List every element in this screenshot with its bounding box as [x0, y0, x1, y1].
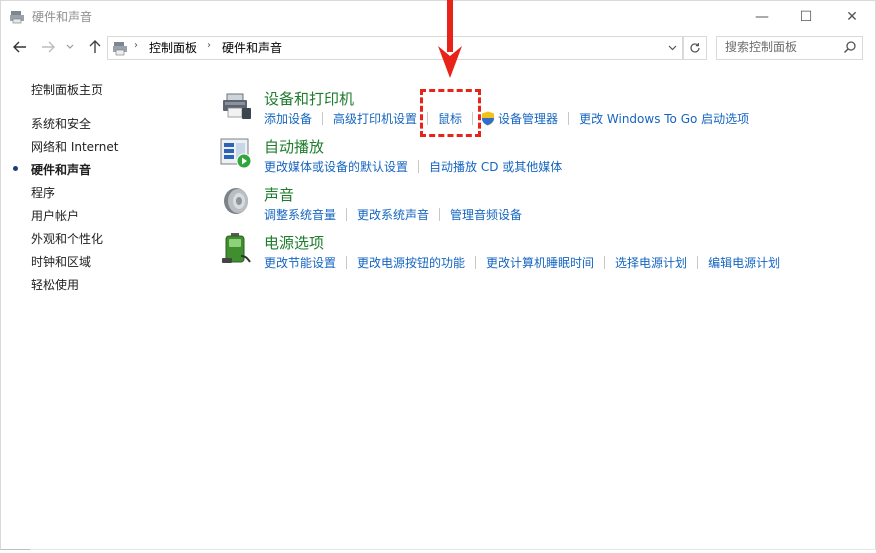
- close-button[interactable]: ✕: [829, 1, 875, 32]
- link-edit-power-plan[interactable]: 编辑电源计划: [708, 254, 780, 271]
- link-windows-to-go[interactable]: 更改 Windows To Go 启动选项: [579, 110, 749, 127]
- chevron-down-icon: [66, 44, 74, 49]
- control-panel-icon: [113, 42, 127, 56]
- annotation-highlight-box: [420, 89, 481, 137]
- link-change-system-sounds[interactable]: 更改系统声音: [357, 206, 429, 223]
- link-separator: [439, 208, 441, 221]
- category-links-autoplay: 更改媒体或设备的默认设置 自动播放 CD 或其他媒体: [264, 158, 562, 175]
- link-separator: [568, 112, 570, 125]
- link-separator: [322, 112, 324, 125]
- refresh-icon: [690, 43, 700, 53]
- search-icon[interactable]: [843, 40, 857, 54]
- link-separator: [604, 256, 606, 269]
- link-change-power-saving[interactable]: 更改节能设置: [264, 254, 336, 271]
- link-change-media-defaults[interactable]: 更改媒体或设备的默认设置: [264, 158, 408, 175]
- category-links-devices-printers: 添加设备 高级打印机设置 鼠标 设备管理器 更改 Windows To Go 启动选项: [264, 110, 749, 127]
- breadcrumb-control-panel[interactable]: 控制面板: [149, 39, 197, 56]
- sidebar-item-clock-region[interactable]: 时钟和区域: [31, 253, 91, 270]
- link-separator: [418, 160, 420, 173]
- uac-shield-icon: [482, 111, 495, 126]
- address-bar[interactable]: › 控制面板 › 硬件和声音: [107, 36, 683, 60]
- sidebar-item-network[interactable]: 网络和 Internet: [31, 138, 118, 155]
- sidebar-item-appearance[interactable]: 外观和个性化: [31, 230, 103, 247]
- battery-icon: [222, 233, 251, 263]
- recent-locations-button[interactable]: [61, 35, 79, 59]
- chevron-down-icon: [668, 45, 677, 51]
- category-title-devices-printers[interactable]: 设备和打印机: [264, 88, 354, 109]
- sidebar-item-home[interactable]: 控制面板主页: [31, 81, 103, 98]
- breadcrumb-hardware-sound[interactable]: 硬件和声音: [222, 39, 282, 56]
- link-manage-audio-devices[interactable]: 管理音频设备: [450, 206, 522, 223]
- sidebar-item-ease-of-access[interactable]: 轻松使用: [31, 276, 79, 293]
- printer-icon: [223, 93, 251, 119]
- link-separator: [697, 256, 699, 269]
- arrow-right-icon: [42, 41, 55, 53]
- arrow-up-icon: [89, 40, 101, 53]
- current-item-bullet: [13, 166, 18, 171]
- breadcrumb-separator: ›: [207, 40, 211, 51]
- link-advanced-printer-setup[interactable]: 高级打印机设置: [333, 110, 417, 127]
- link-sleep-time[interactable]: 更改计算机睡眠时间: [486, 254, 594, 271]
- category-links-power-options: 更改节能设置 更改电源按钮的功能 更改计算机睡眠时间 选择电源计划 编辑电源计划: [264, 254, 780, 271]
- breadcrumb-separator: ›: [134, 40, 138, 51]
- address-dropdown-button[interactable]: [668, 38, 677, 54]
- up-button[interactable]: [83, 35, 107, 59]
- autoplay-icon: [220, 138, 252, 169]
- window-title: 硬件和声音: [32, 10, 93, 24]
- link-separator: [475, 256, 477, 269]
- category-title-autoplay[interactable]: 自动播放: [264, 136, 324, 157]
- control-panel-window: 硬件和声音 — ☐ ✕ › 控制面板 › 硬件和声音 搜索控制面板 控制面板主页…: [0, 0, 876, 550]
- link-adjust-volume[interactable]: 调整系统音量: [264, 206, 336, 223]
- category-links-sound: 调整系统音量 更改系统声音 管理音频设备: [264, 206, 522, 223]
- category-title-sound[interactable]: 声音: [264, 184, 294, 205]
- minimize-button[interactable]: —: [739, 1, 785, 32]
- search-box: [716, 36, 863, 60]
- link-separator: [346, 208, 348, 221]
- link-add-device[interactable]: 添加设备: [264, 110, 312, 127]
- sidebar-item-user-accounts[interactable]: 用户帐户: [31, 207, 79, 224]
- refresh-button[interactable]: [683, 36, 707, 60]
- category-title-power-options[interactable]: 电源选项: [264, 232, 324, 253]
- bottom-divider: [30, 549, 876, 550]
- search-input[interactable]: [717, 37, 843, 57]
- hardware-sound-app-icon: [10, 11, 24, 24]
- arrow-left-icon: [13, 41, 26, 53]
- back-button[interactable]: [8, 35, 32, 59]
- link-device-manager[interactable]: 设备管理器: [498, 110, 558, 127]
- link-separator: [346, 256, 348, 269]
- speaker-icon: [224, 188, 248, 214]
- annotation-arrow: [438, 0, 462, 78]
- link-autoplay-cd[interactable]: 自动播放 CD 或其他媒体: [429, 158, 562, 175]
- sidebar-item-hardware-sound[interactable]: 硬件和声音: [31, 161, 91, 178]
- link-choose-power-plan[interactable]: 选择电源计划: [615, 254, 687, 271]
- link-power-button-function[interactable]: 更改电源按钮的功能: [357, 254, 465, 271]
- forward-button[interactable]: [36, 35, 60, 59]
- sidebar-item-programs[interactable]: 程序: [31, 184, 55, 201]
- maximize-button[interactable]: ☐: [783, 1, 829, 32]
- sidebar-item-system-security[interactable]: 系统和安全: [31, 115, 91, 132]
